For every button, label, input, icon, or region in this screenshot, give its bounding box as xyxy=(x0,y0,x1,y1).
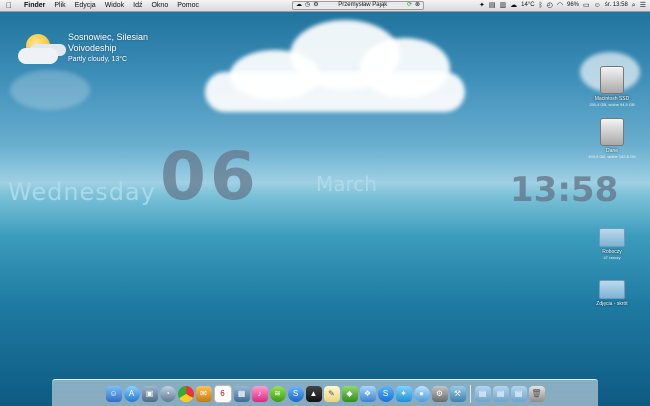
cpu-monitor-icon[interactable]: ▥ xyxy=(500,0,507,11)
menu-idz[interactable]: Idź xyxy=(133,0,142,11)
photos-icon[interactable]: ▦ xyxy=(233,385,250,402)
desktop-icon-dane[interactable]: Dane 499,9 GB, wolne 152,8 GB xyxy=(582,118,642,159)
utilities-icon[interactable]: ⚒ xyxy=(449,385,466,402)
status-area: ✦ ▤ ▥ ☁ 14°C ᛒ ◴ ◠ 96% ▭ ☺ śr. 13:58 ⌕ ☰ xyxy=(479,0,646,11)
menu-pomoc[interactable]: Pomoc xyxy=(177,0,199,11)
apple-logo-icon[interactable]:  xyxy=(6,0,12,11)
dashboard-icon[interactable]: ◔ xyxy=(159,385,176,402)
hard-drive-icon xyxy=(600,66,624,94)
finder-icon[interactable]: ☺ xyxy=(105,385,122,402)
clock-day: 06 xyxy=(160,138,260,215)
hard-drive-icon xyxy=(600,118,624,146)
battery-percent[interactable]: 96% xyxy=(567,0,579,11)
menu-plik[interactable]: Plik xyxy=(54,0,65,11)
desktop-icon-sub: 499,9 GB, wolne 152,8 GB xyxy=(588,154,636,159)
menu-list: Finder Plik Edycja Widok Idź Okno Pomoc xyxy=(24,0,199,11)
weather-location-line2: Voivodeship xyxy=(68,43,117,53)
weather-location-line1: Sosnowiec, Silesian xyxy=(68,32,149,42)
apps-folder-icon[interactable]: ▤ xyxy=(474,385,491,402)
wifi-icon[interactable]: ◠ xyxy=(557,0,563,11)
desktop-icon-sub: 250,4 GB, wolne 94,9 GB xyxy=(589,102,635,107)
cloud-icon xyxy=(18,48,58,64)
bluetooth-icon[interactable]: ᛒ xyxy=(539,0,543,11)
clock-weekday: Wednesday xyxy=(8,178,156,206)
dropbox-icon[interactable]: ❖ xyxy=(359,385,376,402)
clock-month: March xyxy=(316,172,377,196)
folder-icon xyxy=(599,280,625,299)
close-icon[interactable]: ⊗ xyxy=(415,1,420,10)
stocks-icon[interactable]: ▲ xyxy=(305,385,322,402)
folder-icon xyxy=(599,228,625,247)
weather-condition: Partly cloudy, 13°C xyxy=(68,56,128,63)
settings-icon[interactable]: ⚙ xyxy=(313,1,318,10)
spotlight-search-icon[interactable]: ⌕ xyxy=(632,0,636,11)
skype-icon[interactable]: S xyxy=(287,385,304,402)
battery-icon[interactable]: ▭ xyxy=(583,0,590,11)
desktop-icon-roboczy[interactable]: Roboczy 47 rzeczy xyxy=(582,228,642,260)
network-monitor-icon[interactable]: ▤ xyxy=(489,0,496,11)
desktop-icon-zdjecia-skrot[interactable]: Zdjęcia - skrót xyxy=(582,280,642,307)
app-store-icon[interactable]: A xyxy=(123,385,140,402)
skype-icon[interactable]: S xyxy=(377,385,394,402)
desktop-icon-macintosh-ssd[interactable]: Macintosh SSD 250,4 GB, wolne 94,9 GB xyxy=(582,66,642,107)
menu-okno[interactable]: Okno xyxy=(151,0,168,11)
dock-separator xyxy=(469,384,471,403)
chat-head-bar[interactable]: ☁ ◷ ⚙ Przemysław Pająk ⟳ ⊗ xyxy=(292,1,424,10)
temperature-readout[interactable]: 14°C xyxy=(521,0,534,11)
wallpaper-cloud xyxy=(205,72,465,112)
downloads-folder-icon[interactable]: ▤ xyxy=(492,385,509,402)
menu-finder[interactable]: Finder xyxy=(24,0,45,11)
twitter-icon[interactable]: ✦ xyxy=(395,385,412,402)
evernote-icon[interactable]: ◆ xyxy=(341,385,358,402)
calendar-icon[interactable]: 6 xyxy=(213,384,232,403)
preview-icon[interactable]: ▣ xyxy=(141,385,158,402)
cloud-icon[interactable]: ☁ xyxy=(296,1,302,10)
clock-icon[interactable]: ◷ xyxy=(305,1,310,10)
time-machine-icon[interactable]: ◴ xyxy=(547,0,553,11)
menu-bar:  Finder Plik Edycja Widok Idź Okno Pomo… xyxy=(0,0,650,12)
sparrow-icon[interactable]: ✉ xyxy=(195,385,212,402)
dropbox-status-icon[interactable]: ✦ xyxy=(479,0,485,11)
spotify-icon[interactable]: ≋ xyxy=(269,385,286,402)
chrome-icon[interactable] xyxy=(177,385,194,402)
user-icon[interactable]: ☺ xyxy=(594,0,601,11)
documents-folder-icon[interactable]: ▤ xyxy=(510,385,527,402)
menubar-clock[interactable]: śr. 13:58 xyxy=(605,0,628,11)
desktop[interactable]:  Finder Plik Edycja Widok Idź Okno Pomo… xyxy=(0,0,650,406)
desktop-icon-sub: 47 rzeczy xyxy=(603,255,621,260)
notification-center-icon[interactable]: ☰ xyxy=(640,0,646,11)
menu-edycja[interactable]: Edycja xyxy=(75,0,96,11)
weather-status-icon[interactable]: ☁ xyxy=(510,0,517,11)
clock-time: 13:58 xyxy=(510,170,619,210)
refresh-icon[interactable]: ⟳ xyxy=(407,1,412,10)
desktop-icon-label: Zdjęcia - skrót xyxy=(596,301,628,307)
wallpaper-cloud xyxy=(10,70,90,110)
messages-icon[interactable]: ● xyxy=(413,385,430,402)
trash-icon[interactable]: 🗑 xyxy=(528,385,545,402)
chat-contact-name[interactable]: Przemysław Pająk xyxy=(322,1,404,10)
itunes-icon[interactable]: ♪ xyxy=(251,385,268,402)
menu-widok[interactable]: Widok xyxy=(105,0,124,11)
dock: ☺ A ▣ ◔ ✉ 6 ▦ ♪ ≋ S ▲ ✎ ◆ ❖ S ✦ ● ⚙ ⚒ ▤ … xyxy=(52,379,598,406)
notes-icon[interactable]: ✎ xyxy=(323,385,340,402)
system-prefs-icon[interactable]: ⚙ xyxy=(431,385,448,402)
weather-text: Sosnowiec, Silesian Voivodeship Partly c… xyxy=(68,32,148,66)
